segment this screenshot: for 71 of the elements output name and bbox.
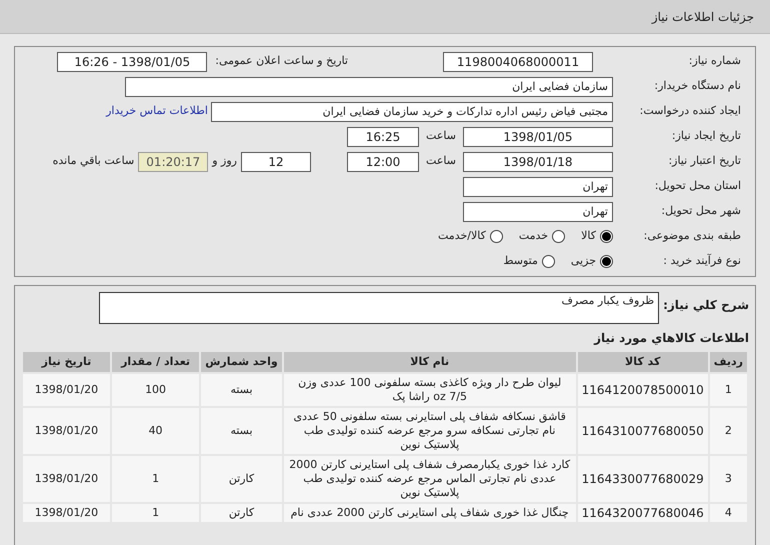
field-label: شماره نیاز: — [688, 53, 741, 70]
column-header: نام کالا — [282, 351, 577, 373]
field-label: نوع فرآیند خرید : — [662, 253, 741, 270]
column-header: تعداد / مقدار — [110, 351, 200, 373]
buyer-field: سازمان فضایی ایران — [125, 76, 613, 96]
field-label: ایجاد کننده درخواست: — [638, 103, 741, 120]
created-date-field: 1398/01/05 — [463, 126, 613, 146]
description-field: ظروف یکبار مصرف — [99, 292, 660, 324]
radio-label: متوسط — [503, 253, 538, 270]
radio-button[interactable] — [600, 255, 613, 268]
table-cell: کارتن — [200, 455, 283, 503]
table-cell: 1398/01/20 — [22, 407, 111, 455]
table-cell: 4 — [708, 503, 748, 523]
field-label: تاریخ اعتبار نیاز: — [667, 153, 741, 170]
table-cell: 1 — [110, 455, 200, 503]
table-cell: 3 — [708, 455, 748, 503]
days-label: روز و — [210, 153, 238, 170]
field-label: تاریخ ایجاد نیاز: — [670, 128, 741, 144]
column-header: کد کالا — [576, 351, 709, 373]
validity-time-field: 12:00 — [347, 152, 419, 172]
description-label: شرح کلي نياز: — [663, 297, 749, 314]
table-cell: 100 — [110, 373, 200, 407]
province-field: تهران — [463, 176, 613, 196]
created-time-field: 16:25 — [347, 126, 419, 146]
remaining-time-field: 01:20:17 — [138, 152, 208, 172]
column-header: واحد شمارش — [200, 351, 283, 373]
radio-label: کالا/خدمت — [438, 228, 486, 244]
time-label: ساعت — [425, 128, 457, 144]
radio-label: خدمت — [518, 228, 548, 244]
need-number-field: 1198004068000011 — [443, 52, 593, 72]
days-field: 12 — [241, 152, 311, 172]
table-cell: 1398/01/20 — [22, 455, 111, 503]
time-label: ساعت — [425, 153, 457, 170]
section-title: اطلاعات کالاهاي مورد نياز — [592, 330, 749, 347]
remaining-label: ساعت باقي مانده — [52, 153, 136, 170]
radio-button[interactable] — [542, 255, 555, 268]
table-cell: بسته — [200, 373, 283, 407]
field-label: شهر محل تحویل: — [660, 203, 741, 220]
field-label: نام دستگاه خریدار: — [653, 78, 741, 94]
table-cell: 1398/01/20 — [22, 503, 111, 523]
table-cell: لیوان طرح دار ویژه کاغذی بسته سلفونی 100 عددی وزن 7/5 oz راشا پک — [282, 373, 577, 407]
table-cell: بسته — [200, 407, 283, 455]
table-cell: 40 — [110, 407, 200, 455]
radio-label: جزیی — [570, 253, 596, 270]
validity-date-field: 1398/01/18 — [463, 152, 613, 172]
table-cell: 1164330077680029 — [576, 455, 709, 503]
buyer-contact-link[interactable]: اطلاعات تماس خریدار — [106, 103, 208, 120]
radio-button[interactable] — [552, 230, 566, 243]
table-cell: 2 — [708, 407, 748, 455]
table-cell: 1 — [708, 373, 748, 407]
table-cell: چنگال غذا خوری شفاف پلی استایرنی کارتن 2000 عددی نام — [282, 503, 577, 523]
field-label: تاریخ و ساعت اعلان عمومی: — [215, 53, 348, 70]
table-cell: 1164320077680046 — [576, 503, 709, 523]
city-field: تهران — [463, 202, 613, 222]
table-cell: کارد غذا خوری یکبارمصرف شفاف پلی استایرنی کارتن 2000 عددی نام تجارتی الماس مرجع عرضه کننده تولیدی طب پلاستیک نوین — [282, 455, 577, 503]
column-header: ردیف — [708, 351, 748, 373]
table-cell: 1164310077680050 — [576, 407, 709, 455]
table-cell: کارتن — [200, 503, 283, 523]
page-title: جزئیات اطلاعات نیاز — [652, 8, 754, 26]
column-header: تاریخ نیاز — [22, 351, 111, 373]
table-cell: قاشق نسکافه شفاف پلی استایرنی بسته سلفونی 50 عددی نام تجارتی نسکافه سرو مرجع عرضه کننده تولیدی طب پلاستیک نوین — [282, 407, 577, 455]
radio-button[interactable] — [490, 230, 503, 243]
table-cell: 1 — [110, 503, 200, 523]
radio-label: کالا — [581, 228, 596, 244]
table-cell: 1398/01/20 — [22, 373, 111, 407]
table-cell: 1164120078500010 — [576, 373, 709, 407]
requester-field: مجتبی فیاض رئیس اداره تدارکات و خرید سازمان فضایی ایران — [211, 102, 613, 122]
field-label: طبقه بندی موضوعی: — [642, 228, 741, 244]
field-label: استان محل تحویل: — [654, 178, 741, 194]
announce-date-field: 1398/01/05 - 16:26 — [57, 52, 208, 72]
radio-button[interactable] — [600, 230, 613, 243]
